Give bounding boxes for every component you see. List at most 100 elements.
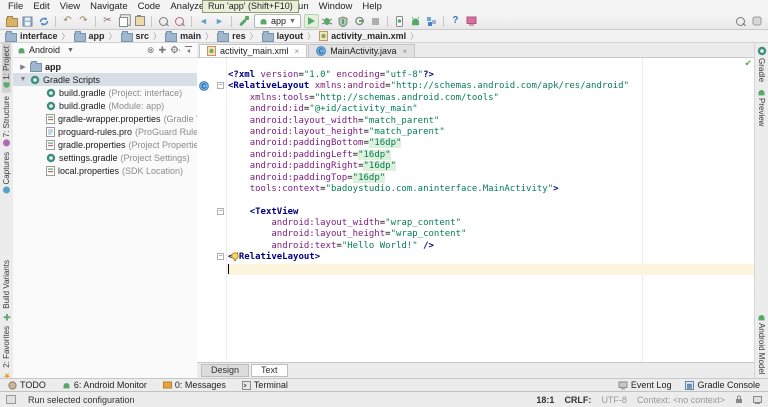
tool-window-button-gradle-console[interactable]: ▦Gradle Console bbox=[685, 380, 760, 390]
back-icon[interactable]: ◄ bbox=[196, 14, 211, 28]
settings-gear-icon[interactable]: ▾ bbox=[170, 45, 180, 56]
cut-icon[interactable]: ✂ bbox=[100, 14, 115, 28]
chevron-down-icon[interactable]: ▼ bbox=[67, 47, 74, 54]
tab-mainactivity-java[interactable]: CMainActivity.java× bbox=[308, 44, 415, 57]
project-view-selector[interactable]: Android bbox=[29, 45, 60, 55]
caret-position[interactable]: 18:1 bbox=[536, 395, 554, 405]
code-editor[interactable]: C−−− <?xml version="1.0" encoding="utf-8… bbox=[197, 58, 755, 363]
user-panel-icon[interactable] bbox=[749, 14, 764, 28]
menu-navigate[interactable]: Navigate bbox=[85, 1, 133, 12]
hide-panel-icon[interactable] bbox=[184, 45, 193, 56]
tool-window-button-6--android-monitor[interactable]: 6: Android Monitor bbox=[62, 380, 147, 390]
context-indicator[interactable]: Context: <no context> bbox=[637, 395, 725, 405]
tool-window-button-event-log[interactable]: Event Log bbox=[618, 380, 672, 390]
stripe-item-android-model[interactable]: Android Model bbox=[757, 310, 766, 378]
redo-icon[interactable]: ↷ bbox=[76, 14, 91, 28]
breadcrumb-item[interactable]: main bbox=[165, 31, 201, 42]
code-line[interactable]: <RelativeLayout xmlns:android="http://sc… bbox=[228, 81, 755, 92]
stripe-item----favorites[interactable]: ★2: Favorites bbox=[2, 323, 11, 383]
avd-manager-icon[interactable] bbox=[392, 14, 407, 28]
breadcrumb-item[interactable]: layout bbox=[262, 31, 304, 42]
lock-icon[interactable] bbox=[735, 395, 743, 404]
sync-icon[interactable] bbox=[36, 14, 51, 28]
theme-icon[interactable] bbox=[753, 396, 762, 404]
code-line[interactable] bbox=[228, 195, 755, 206]
fold-marker-icon[interactable]: − bbox=[217, 82, 224, 89]
forward-icon[interactable]: ► bbox=[212, 14, 227, 28]
tree-item[interactable]: ▶app bbox=[13, 60, 197, 73]
run-icon[interactable] bbox=[304, 14, 319, 28]
stripe-item-build-variants[interactable]: ✚Build Variants bbox=[2, 257, 11, 324]
locate-icon[interactable]: ✚ bbox=[158, 45, 166, 55]
close-icon[interactable]: × bbox=[403, 47, 408, 56]
help-icon[interactable]: ? bbox=[448, 14, 463, 28]
tree-item[interactable]: settings.gradle(Project Settings) bbox=[13, 151, 197, 164]
code-line[interactable] bbox=[228, 264, 755, 275]
code-line[interactable]: android:layout_height="match_parent" bbox=[228, 127, 755, 138]
tab-activity-main-xml[interactable]: activity_main.xml× bbox=[199, 44, 307, 57]
tree-item[interactable]: local.properties(SDK Location) bbox=[13, 164, 197, 177]
code-line[interactable]: android:layout_height="wrap_content" bbox=[228, 229, 755, 240]
sdk-manager-icon[interactable] bbox=[408, 14, 423, 28]
editor-mode-tab-text[interactable]: Text bbox=[251, 364, 288, 377]
stripe-item-captures[interactable]: Captures bbox=[2, 149, 11, 196]
coverage-icon[interactable] bbox=[336, 14, 351, 28]
filter-icon[interactable]: ⊗ bbox=[147, 45, 155, 55]
open-icon[interactable] bbox=[4, 14, 19, 28]
copy-icon[interactable] bbox=[116, 14, 131, 28]
breadcrumb-item[interactable]: activity_main.xml bbox=[319, 31, 406, 41]
breadcrumb-item[interactable]: src bbox=[121, 31, 150, 42]
run-configuration-combo[interactable]: app▼ bbox=[254, 14, 301, 28]
stripe-item-gradle[interactable]: Gradle bbox=[757, 43, 767, 85]
tool-window-button-todo[interactable]: TODO bbox=[8, 380, 46, 390]
menu-edit[interactable]: Edit bbox=[28, 1, 54, 12]
code-line[interactable]: android:paddingLeft="16dp" bbox=[228, 150, 755, 161]
tree-item[interactable]: build.gradle(Module: app) bbox=[13, 99, 197, 112]
attach-debugger-icon[interactable] bbox=[352, 14, 367, 28]
code-line[interactable]: android:paddingBottom="16dp" bbox=[228, 138, 755, 149]
breadcrumb-item[interactable]: res bbox=[217, 31, 246, 42]
code-line[interactable]: android:paddingTop="16dp" bbox=[228, 173, 755, 184]
inspections-ok-check-icon[interactable]: ✔ bbox=[744, 58, 752, 69]
code-line[interactable]: xmlns:tools="http://schemas.android.com/… bbox=[228, 93, 755, 104]
save-all-icon[interactable] bbox=[20, 14, 35, 28]
replace-icon[interactable] bbox=[172, 14, 187, 28]
undo-icon[interactable]: ↶ bbox=[60, 14, 75, 28]
menu-view[interactable]: View bbox=[55, 1, 85, 12]
breadcrumb-item[interactable]: interface bbox=[5, 31, 58, 42]
tree-item[interactable]: gradle-wrapper.properties(Gradle Version… bbox=[13, 112, 197, 125]
code-line[interactable]: android:paddingRight="16dp" bbox=[228, 161, 755, 172]
code-line[interactable]: android:layout_width="wrap_content" bbox=[228, 218, 755, 229]
code-line[interactable]: android:id="@+id/activity_main" bbox=[228, 104, 755, 115]
stripe-item----project[interactable]: 1: Project bbox=[2, 43, 11, 93]
tree-item[interactable]: build.gradle(Project: interface) bbox=[13, 86, 197, 99]
menu-help[interactable]: Help bbox=[357, 1, 387, 12]
code-line[interactable]: android:text="Hello World!" /> bbox=[228, 241, 755, 252]
close-icon[interactable]: × bbox=[295, 47, 300, 56]
stop-icon[interactable] bbox=[368, 14, 383, 28]
tree-item[interactable]: ▼Gradle Scripts bbox=[13, 73, 197, 86]
android-monitor-icon[interactable] bbox=[464, 14, 479, 28]
find-icon[interactable] bbox=[156, 14, 171, 28]
fold-marker-icon[interactable]: − bbox=[217, 208, 224, 215]
line-separator-indicator[interactable]: CRLF: bbox=[564, 395, 591, 405]
tree-item[interactable]: gradle.properties(Project Properties) bbox=[13, 138, 197, 151]
menu-window[interactable]: Window bbox=[314, 1, 358, 12]
stripe-item-preview[interactable]: Preview bbox=[757, 85, 766, 129]
menu-file[interactable]: File bbox=[3, 1, 28, 12]
tool-window-button-terminal[interactable]: Terminal bbox=[242, 380, 288, 390]
encoding-indicator[interactable]: UTF-8 bbox=[601, 395, 627, 405]
tool-window-toggle-icon[interactable] bbox=[6, 395, 16, 404]
fold-marker-icon[interactable]: − bbox=[217, 253, 224, 260]
code-line[interactable]: android:layout_width="match_parent" bbox=[228, 116, 755, 127]
breadcrumb-item[interactable]: app bbox=[74, 31, 105, 42]
make-project-icon[interactable] bbox=[236, 14, 251, 28]
code-line[interactable]: <?xml version="1.0" encoding="utf-8"?> bbox=[228, 70, 755, 81]
code-line[interactable]: tools:context="badoystudio.com.aninterfa… bbox=[228, 184, 755, 195]
tool-window-button-0--messages[interactable]: 0: Messages bbox=[163, 380, 226, 390]
tree-item[interactable]: proguard-rules.pro(ProGuard Rules for ap… bbox=[13, 125, 197, 138]
search-everywhere-icon[interactable] bbox=[733, 14, 748, 28]
code-line[interactable]: <TextView bbox=[228, 207, 755, 218]
project-structure-icon[interactable] bbox=[424, 14, 439, 28]
editor-mode-tab-design[interactable]: Design bbox=[201, 364, 249, 377]
